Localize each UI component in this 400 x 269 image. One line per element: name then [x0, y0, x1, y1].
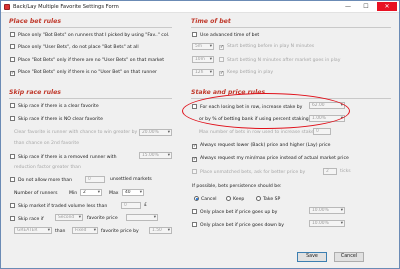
percent-staking-dropdown[interactable]: 1.00% [309, 115, 345, 122]
reduction-factor-label: reduction factor greater than [14, 165, 81, 170]
keep-in-play-checkbox[interactable]: ✓ Keep betting in play [219, 70, 273, 76]
checkbox-icon[interactable] [219, 57, 224, 62]
increase-stake-checkbox[interactable]: For each losing bet in row, increase sta… [192, 104, 302, 110]
checkbox-icon[interactable] [10, 44, 15, 49]
cancel-button[interactable]: Cancel [334, 252, 364, 262]
than-label: than [55, 229, 66, 234]
settings-window: Back/Lay Multiple Favorite Settings Form… [0, 0, 400, 269]
checkmark-icon[interactable]: ✓ [10, 71, 15, 76]
start-before-checkbox[interactable]: ✓ Start betting before in play N minutes [219, 44, 314, 50]
close-button[interactable]: ✕ [377, 2, 397, 11]
skip-race-rules-heading: Skip race rules [9, 89, 61, 96]
minimize-button[interactable]: — [341, 2, 355, 11]
stake-price-rules-heading: Stake and price rules [191, 89, 266, 96]
price-difference-dropdown[interactable]: 1.50 [149, 227, 172, 234]
traded-volume-input[interactable]: 0 [121, 202, 141, 209]
persistence-keep-radio[interactable]: Keep [226, 196, 244, 202]
checkbox-icon[interactable] [10, 103, 15, 108]
place-bet-rules-heading: Place bet rules [9, 18, 62, 25]
checkmark-icon[interactable]: ✓ [219, 71, 224, 76]
place-unmatched-checkbox[interactable]: Place unmatched bets, ask for better pri… [192, 169, 305, 175]
reduction-factor-dropdown[interactable]: 15.00% [139, 152, 172, 159]
only-price-up-checkbox[interactable]: Only place bet if price goes up by [192, 209, 277, 215]
checkmark-icon[interactable]: ✓ [192, 144, 197, 149]
max-runners-dropdown[interactable]: 40 [122, 189, 144, 196]
always-min-max-price-checkbox[interactable]: ✓ Always request my min/max price instead… [192, 156, 349, 162]
skip-no-clear-favorite-checkbox[interactable]: Skip race if there is NO clear favorite [10, 116, 103, 122]
time-of-bet-heading: Time of bet [191, 18, 231, 25]
checkbox-icon[interactable] [192, 209, 197, 214]
checkbox-icon[interactable] [10, 116, 15, 121]
checkmark-icon[interactable]: ✓ [219, 45, 224, 50]
skip-clear-favorite-checkbox[interactable]: Skip race if there is a clear favorite [10, 103, 99, 109]
divider [9, 98, 172, 99]
do-not-allow-more-checkbox[interactable]: Do not allow more than [10, 177, 72, 183]
checkbox-icon[interactable] [10, 203, 15, 208]
place-bot-bets-no-user-market-checkbox[interactable]: Place "Bot Bets" only if there are no "U… [10, 57, 164, 63]
place-bot-bets-fav-checkbox[interactable]: Place only "Bot Bets" on runners that I … [10, 32, 169, 38]
keep-in-play-dropdown[interactable]: 12h [192, 69, 214, 76]
skip-race-if-checkbox[interactable]: Skip race if [10, 216, 44, 222]
better-price-ticks-input[interactable]: 2 [323, 168, 337, 175]
price-up-dropdown[interactable]: 10.00% [309, 207, 345, 214]
max-losing-bets-label: Max number of bets in row used to increa… [199, 130, 314, 135]
persistence-label: If possible, bets persistence should be: [192, 184, 282, 189]
checkbox-icon[interactable] [192, 32, 197, 37]
checkbox-icon[interactable] [192, 222, 197, 227]
unsettled-markets-label: unsettled markets [110, 177, 152, 182]
only-price-down-checkbox[interactable]: Only place bet if price goes down by [192, 222, 284, 228]
checkbox-icon[interactable] [10, 154, 15, 159]
radio-icon[interactable] [194, 196, 199, 201]
max-label: Max [109, 191, 119, 196]
min-runners-dropdown[interactable]: 2 [80, 189, 102, 196]
start-after-checkbox[interactable]: Start betting N minutes after market goe… [219, 57, 340, 63]
unsettled-markets-input[interactable]: 0 [85, 176, 105, 183]
checkmark-icon[interactable]: ✓ [192, 157, 197, 162]
window-title: Back/Lay Multiple Favorite Settings Form [13, 4, 119, 10]
max-losing-bets-input[interactable]: 0 [313, 128, 331, 135]
favorite-price-by-label: favorite price by [101, 229, 139, 234]
radio-icon[interactable] [226, 196, 231, 201]
favorite-rank-dropdown[interactable]: Second [55, 214, 83, 221]
checkbox-icon[interactable] [10, 57, 15, 62]
than-second-favorite-label: than chance on 2nd favorite [14, 141, 80, 146]
divider [191, 27, 391, 28]
divider [9, 27, 172, 28]
comparison-dropdown[interactable]: GREATER [14, 227, 52, 234]
min-label: Min [69, 191, 78, 196]
save-button[interactable]: Save [297, 252, 327, 262]
checkbox-icon[interactable] [10, 177, 15, 182]
app-icon [4, 4, 10, 10]
skip-market-volume-checkbox[interactable]: Skip market if traded volume less than [10, 203, 107, 209]
maximize-button[interactable]: ☐ [359, 2, 373, 11]
title-bar: Back/Lay Multiple Favorite Settings Form… [1, 1, 399, 13]
checkbox-icon[interactable] [10, 32, 15, 37]
always-lower-price-checkbox[interactable]: ✓ Always request lower (Back) price and h… [192, 143, 330, 149]
radio-icon[interactable] [256, 196, 261, 201]
persistence-take-sp-radio[interactable]: Take SP [256, 196, 280, 202]
clear-favorite-label: Clear favorite is runner with chance to … [14, 130, 138, 135]
place-bot-bets-no-user-runner-checkbox[interactable]: ✓ Place "Bot Bets" only if there is no "U… [10, 70, 157, 76]
checkbox-icon[interactable] [192, 104, 197, 109]
number-of-runners-label: Number of runners [14, 191, 58, 196]
place-only-user-bets-checkbox[interactable]: Place only "User Bets", do not place "Bo… [10, 44, 139, 50]
checkbox-icon[interactable] [10, 216, 15, 221]
percent-staking-label: or by % of betting bank if using percent… [199, 117, 309, 122]
skip-removed-runner-checkbox[interactable]: Skip race if there is a removed runner w… [10, 154, 116, 160]
favorite-price-label: favorite price [87, 216, 118, 221]
ticks-label: ticks [340, 169, 351, 174]
start-after-dropdown[interactable]: 10m [192, 56, 214, 63]
increase-stake-dropdown[interactable]: 62.00 [309, 102, 345, 109]
divider [191, 98, 391, 99]
favorite-price-dropdown[interactable] [126, 214, 158, 221]
compare-type-dropdown[interactable]: Fixed [72, 227, 98, 234]
start-before-dropdown[interactable]: 5m [192, 43, 214, 50]
clear-favorite-chance-dropdown[interactable]: 20.00% [139, 129, 172, 136]
advanced-time-of-bet-checkbox[interactable]: Use advanced time of bet [192, 32, 259, 38]
checkbox-icon[interactable] [192, 169, 197, 174]
persistence-cancel-radio[interactable]: Cancel [194, 196, 217, 202]
price-down-dropdown[interactable]: 10.00% [309, 220, 345, 227]
currency-label: £ [144, 203, 147, 208]
